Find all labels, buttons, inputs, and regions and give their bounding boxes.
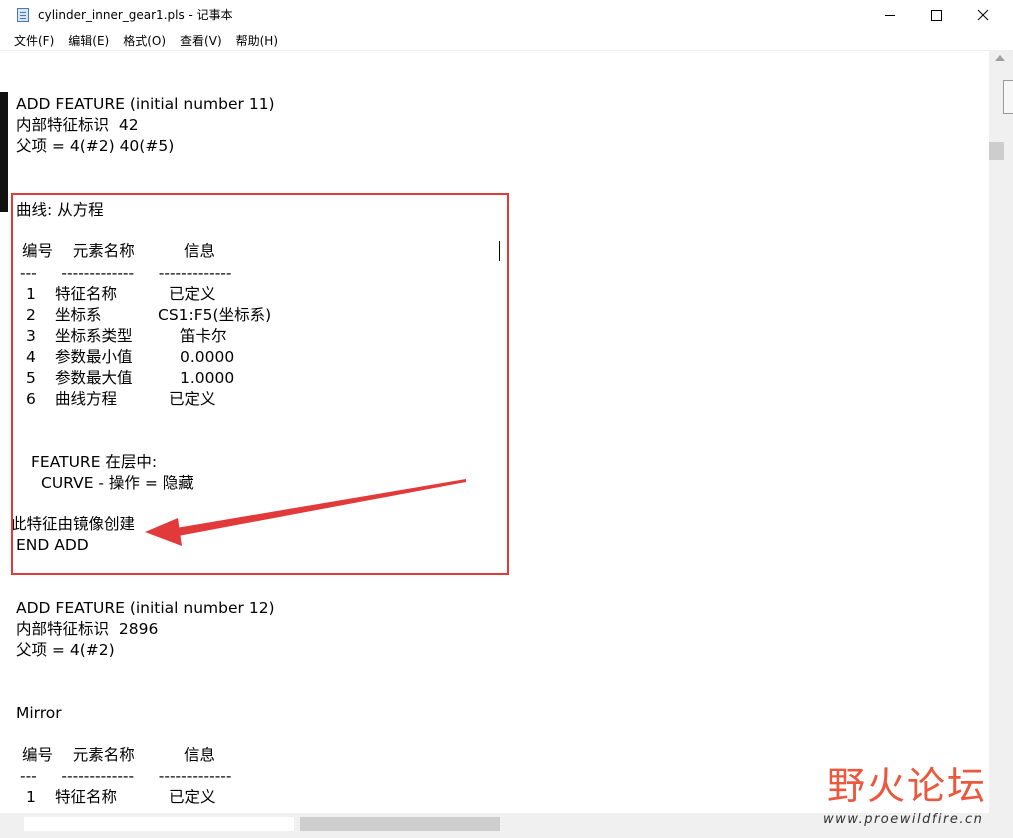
scrollbar-thumb[interactable] [300,817,500,831]
background-window-edge [0,92,8,212]
text-line: 父项 = 4(#2) [16,641,115,659]
text-line: 内部特征标识 42 [16,116,139,134]
text-line: Mirror [16,704,62,722]
text-line: ADD FEATURE (initial number 12) [16,599,275,617]
notepad-icon [17,8,29,22]
text-line: 内部特征标识 2896 [16,620,159,638]
watermark-url: www.proewildfire.cn [823,812,984,827]
menu-edit[interactable]: 编辑(E) [61,30,116,50]
scroll-up-arrow-icon[interactable] [995,55,1005,61]
text-editor[interactable]: ADD FEATURE (initial number 11) 内部特征标识 4… [0,51,989,813]
window-title: cylinder_inner_gear1.pls - 记事本 [38,8,233,22]
menu-format[interactable]: 格式(O) [116,30,173,50]
minimize-button[interactable] [867,0,913,30]
menu-file[interactable]: 文件(F) [0,30,61,50]
row-info: 已定义 [169,788,216,806]
menu-view[interactable]: 查看(V) [173,30,229,50]
watermark-logo: 野火论坛 [827,764,988,808]
maximize-button[interactable] [913,0,959,30]
background-window-peek [1003,80,1013,114]
text-line: --- ------------- ------------- [20,767,232,785]
scrollbar-track [24,817,294,831]
text-line: 父项 = 4(#2) 40(#5) [16,137,175,155]
scrollbar-thumb[interactable] [989,142,1004,160]
menu-help[interactable]: 帮助(H) [229,30,285,50]
title-bar: cylinder_inner_gear1.pls - 记事本 [0,0,1013,31]
menu-bar: 文件(F) 编辑(E) 格式(O) 查看(V) 帮助(H) [0,30,1013,51]
text-line: 编号 元素名称 信息 [22,746,215,764]
text-line: ADD FEATURE (initial number 11) [16,95,275,113]
row-number: 1 [26,788,36,806]
vertical-scrollbar[interactable] [989,51,1013,813]
row-element-name: 特征名称 [55,788,118,806]
annotation-arrow [145,479,466,546]
close-icon [977,9,989,21]
close-button[interactable] [960,0,1006,30]
